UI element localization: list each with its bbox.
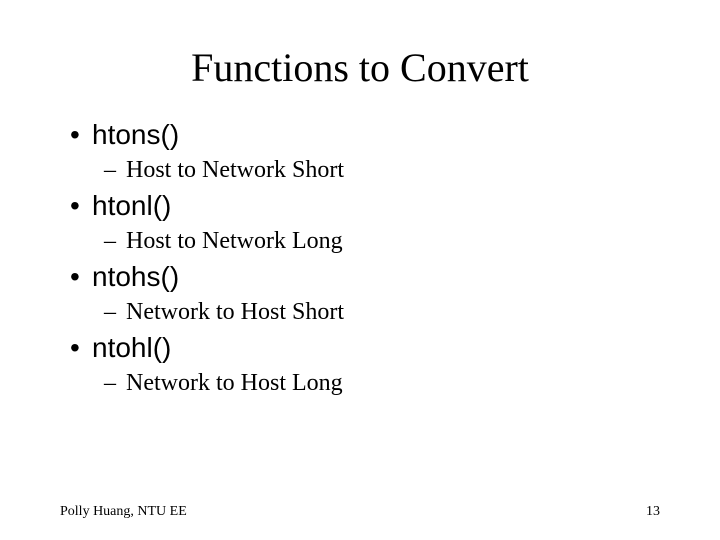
list-subitem: Network to Host Long [70,370,660,397]
list-item: htonl() [70,190,660,222]
slide-content: htons() Host to Network Short htonl() Ho… [60,119,660,397]
list-item: ntohl() [70,332,660,364]
slide-footer: Polly Huang, NTU EE 13 [60,504,660,520]
list-item: htons() [70,119,660,151]
slide-title: Functions to Convert [60,44,660,91]
list-subitem: Host to Network Short [70,157,660,184]
list-item: ntohs() [70,261,660,293]
list-subitem: Network to Host Short [70,299,660,326]
list-subitem: Host to Network Long [70,228,660,255]
footer-author: Polly Huang, NTU EE [60,504,187,520]
footer-page-number: 13 [646,504,660,520]
